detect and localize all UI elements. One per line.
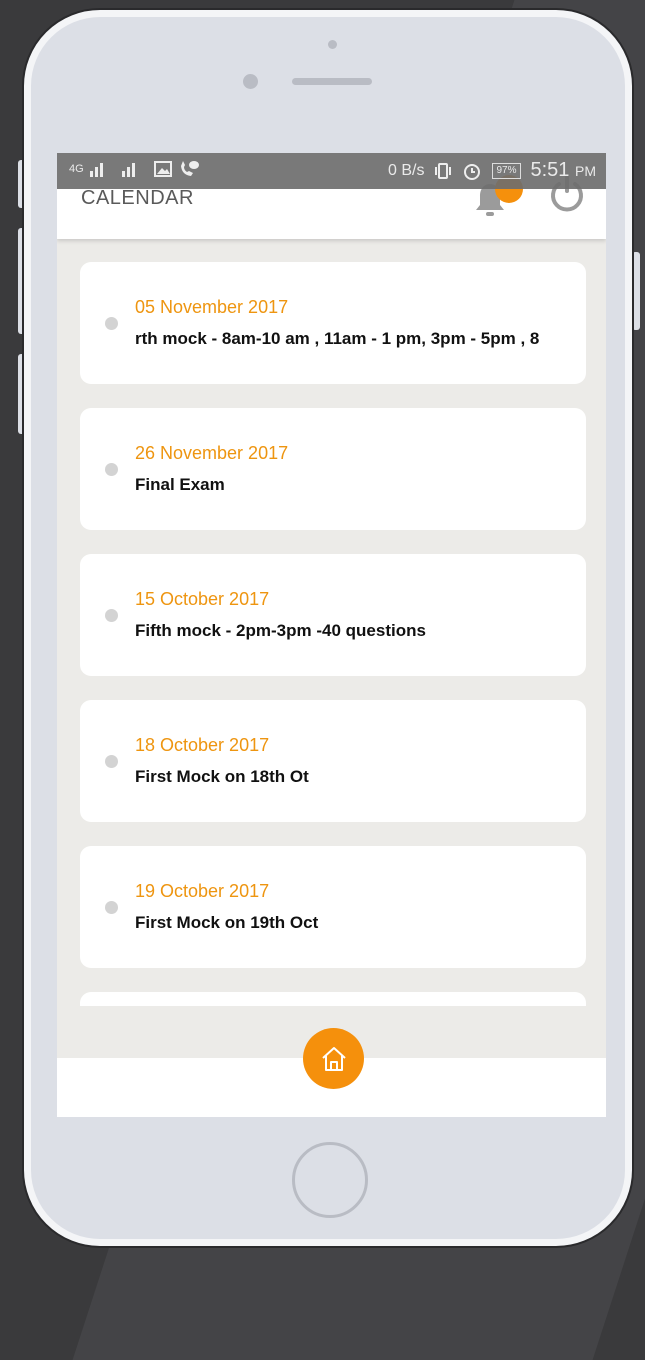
hardware-home-button[interactable] (292, 1142, 368, 1218)
event-list: 05 November 2017 rth mock - 8am-10 am , … (80, 262, 586, 1030)
signal-icon-2 (121, 163, 135, 177)
home-icon (321, 1046, 346, 1071)
event-dot (105, 463, 118, 476)
event-dot (105, 755, 118, 768)
clock-time: 5:51 (530, 159, 570, 181)
network-label: 4G (69, 163, 84, 175)
earpiece-speaker (292, 78, 372, 85)
event-description: Final Exam (135, 475, 225, 494)
event-description: First Mock on 19th Oct (135, 913, 319, 932)
clock-ampm: PM (575, 163, 596, 179)
vibrate-icon (435, 162, 452, 179)
data-speed: 0 B/s (388, 161, 425, 179)
event-card[interactable]: 05 November 2017 rth mock - 8am-10 am , … (80, 262, 586, 384)
image-icon (153, 161, 172, 177)
proximity-sensor (243, 74, 258, 89)
event-description: First Mock on 18th Ot (135, 767, 309, 786)
alarm-icon (464, 163, 481, 180)
event-card[interactable]: 26 November 2017 Final Exam (80, 408, 586, 530)
event-date: 05 November 2017 (135, 297, 289, 317)
status-bar: 4G 0 B/s 97% 5:51 PM (57, 153, 606, 189)
front-camera (328, 40, 337, 49)
event-dot (105, 901, 118, 914)
event-dot (105, 317, 118, 330)
event-card-partial[interactable] (80, 992, 586, 1006)
event-description: Fifth mock - 2pm-3pm -40 questions (135, 621, 426, 640)
app-screen: 4G 0 B/s 97% 5:51 PM CALENDAR 05 Novembe… (57, 153, 606, 1117)
call-icon (180, 161, 199, 176)
home-button[interactable] (303, 1028, 364, 1089)
event-card[interactable]: 15 October 2017 Fifth mock - 2pm-3pm -40… (80, 554, 586, 676)
event-date: 15 October 2017 (135, 589, 270, 609)
event-date: 19 October 2017 (135, 881, 270, 901)
signal-icon (89, 163, 103, 177)
battery-level: 97% (492, 162, 521, 179)
event-date: 18 October 2017 (135, 735, 270, 755)
event-card[interactable]: 18 October 2017 First Mock on 18th Ot (80, 700, 586, 822)
event-card[interactable]: 19 October 2017 First Mock on 19th Oct (80, 846, 586, 968)
event-description: rth mock - 8am-10 am , 11am - 1 pm, 3pm … (135, 329, 540, 348)
page-title: CALENDAR (81, 187, 194, 209)
event-dot (105, 609, 118, 622)
clock: 5:51 PM (531, 159, 597, 182)
event-date: 26 November 2017 (135, 443, 289, 463)
